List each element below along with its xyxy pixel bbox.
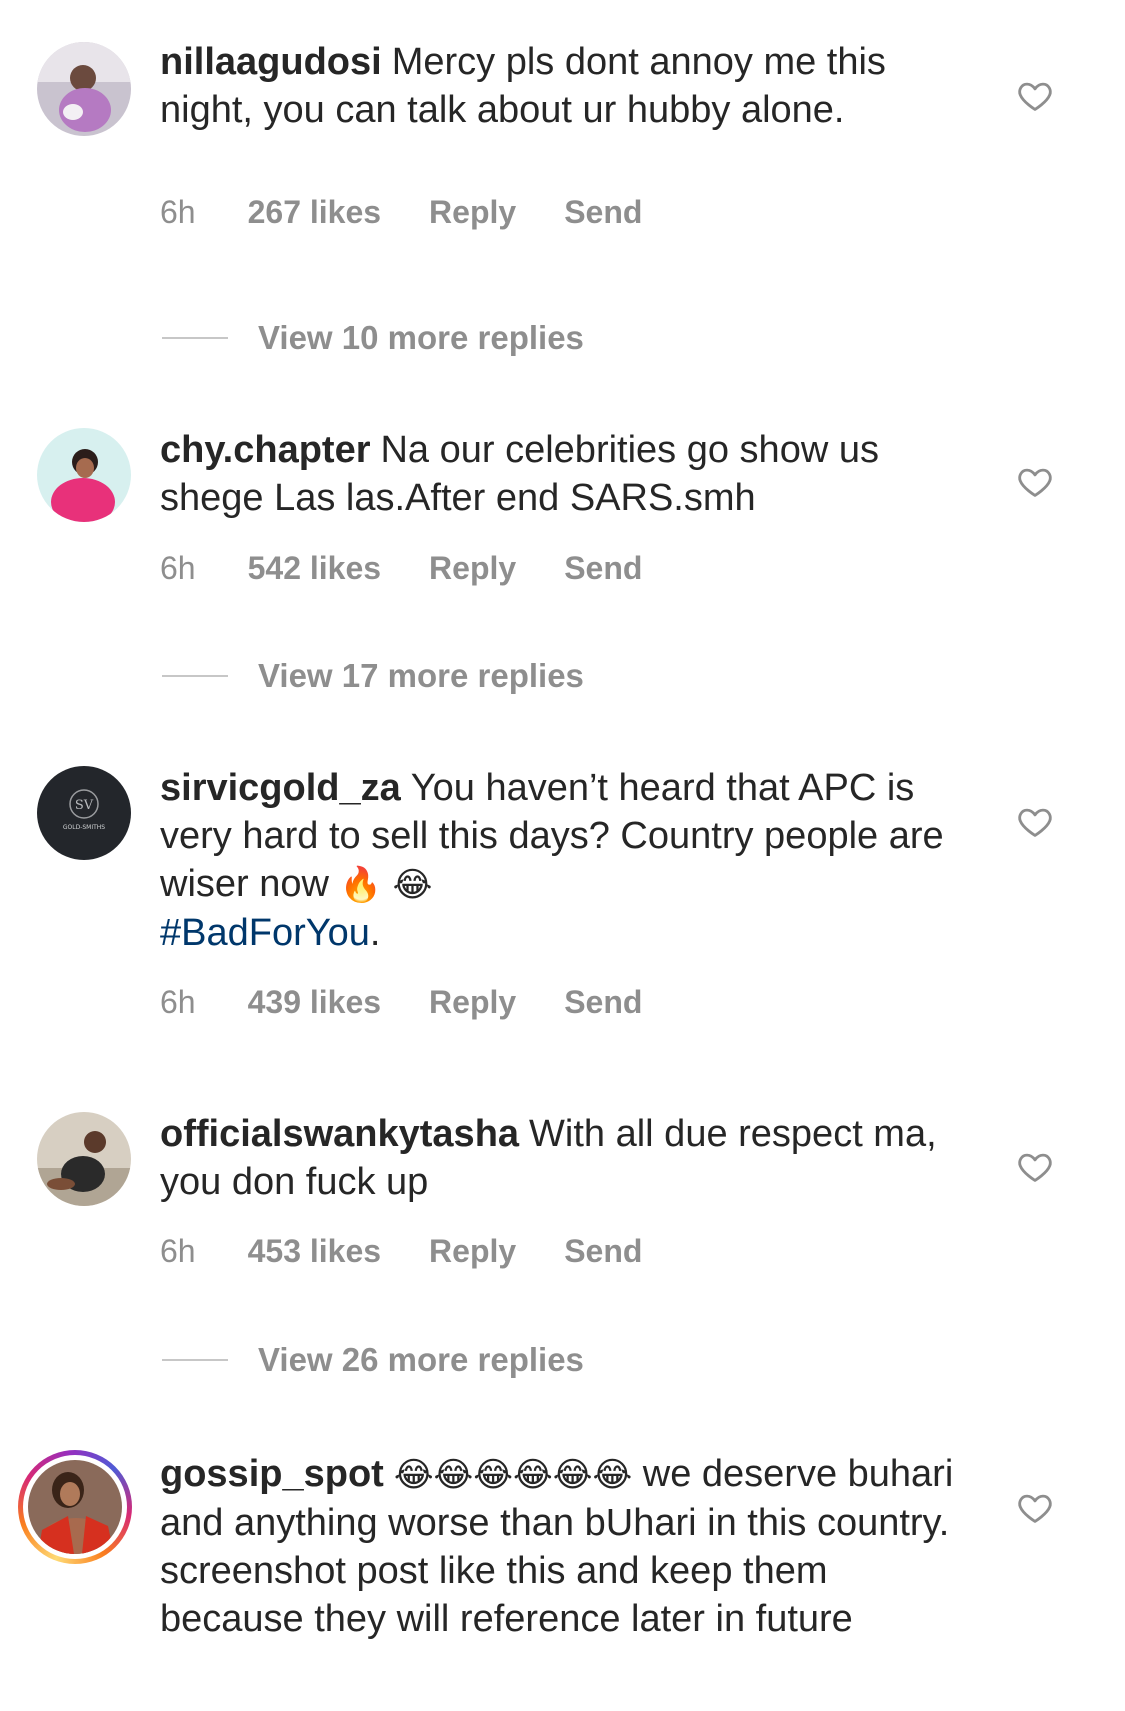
heart-outline-icon[interactable] [1016,1489,1054,1527]
comment-text: gossip_spot 😂😂😂😂😂😂 we deserve buhari and … [160,1450,980,1643]
view-replies-label: View 26 more replies [258,1341,584,1378]
comment-username[interactable]: chy.chapter [160,429,370,471]
comment-text: sirvicgold_za You haven’t heard that APC … [160,764,980,957]
comment-text: nillaagudosi Mercy pls dont annoy me this… [160,38,980,134]
avatar [28,1460,122,1554]
comment-text: officialswankytasha With all due respect … [160,1110,980,1206]
comment-emoji: 😂😂😂😂😂😂 [393,1455,633,1495]
comment-likes[interactable]: 542 likes [248,548,381,588]
comment-likes[interactable]: 453 likes [248,1231,381,1271]
comment-username[interactable]: nillaagudosi [160,41,382,83]
comment-meta: 6h 267 likes Reply Send [160,192,690,232]
comment-meta: 6h 542 likes Reply Send [160,548,690,588]
heart-outline-icon[interactable] [1016,803,1054,841]
comment-time: 6h [160,1233,196,1269]
hashtag-link[interactable]: #BadForYou [160,912,370,954]
avatar[interactable] [37,42,131,136]
divider [162,1359,228,1362]
send-button[interactable]: Send [564,192,642,232]
avatar-logo-text: GOLD-SMITHS [63,824,105,831]
svg-text:SV: SV [75,798,94,813]
view-replies-button[interactable]: View 17 more replies [162,656,584,696]
avatar[interactable]: SV GOLD-SMITHS [37,766,131,860]
comment-body-suffix: . [369,912,381,954]
divider [162,675,228,678]
comment-time: 6h [160,984,196,1020]
send-button[interactable]: Send [564,982,642,1022]
send-button[interactable]: Send [564,548,642,588]
comment-username[interactable]: gossip_spot [160,1453,384,1495]
comment-meta: 6h 439 likes Reply Send [160,982,690,1022]
comment-meta: 6h 453 likes Reply Send [160,1231,690,1271]
heart-outline-icon[interactable] [1016,1148,1054,1186]
comment-emoji: 🔥 😂 [339,865,433,905]
view-replies-label: View 10 more replies [258,319,584,356]
reply-button[interactable]: Reply [429,548,516,588]
comment-likes[interactable]: 439 likes [248,982,381,1022]
view-replies-button[interactable]: View 10 more replies [162,318,584,358]
view-replies-label: View 17 more replies [258,657,584,694]
heart-outline-icon[interactable] [1016,77,1054,115]
heart-outline-icon[interactable] [1016,463,1054,501]
send-button[interactable]: Send [564,1231,642,1271]
reply-button[interactable]: Reply [429,192,516,232]
divider [162,337,228,340]
comment-username[interactable]: sirvicgold_za [160,767,401,809]
reply-button[interactable]: Reply [429,982,516,1022]
comment-likes[interactable]: 267 likes [248,192,381,232]
view-replies-button[interactable]: View 26 more replies [162,1340,584,1380]
story-ring[interactable] [18,1450,132,1564]
comment-time: 6h [160,550,196,586]
comment-text: chy.chapter Na our celebrities go show us… [160,426,980,522]
comment-username[interactable]: officialswankytasha [160,1113,519,1155]
avatar[interactable] [37,1112,131,1206]
reply-button[interactable]: Reply [429,1231,516,1271]
avatar[interactable] [37,428,131,522]
comment-time: 6h [160,194,196,230]
